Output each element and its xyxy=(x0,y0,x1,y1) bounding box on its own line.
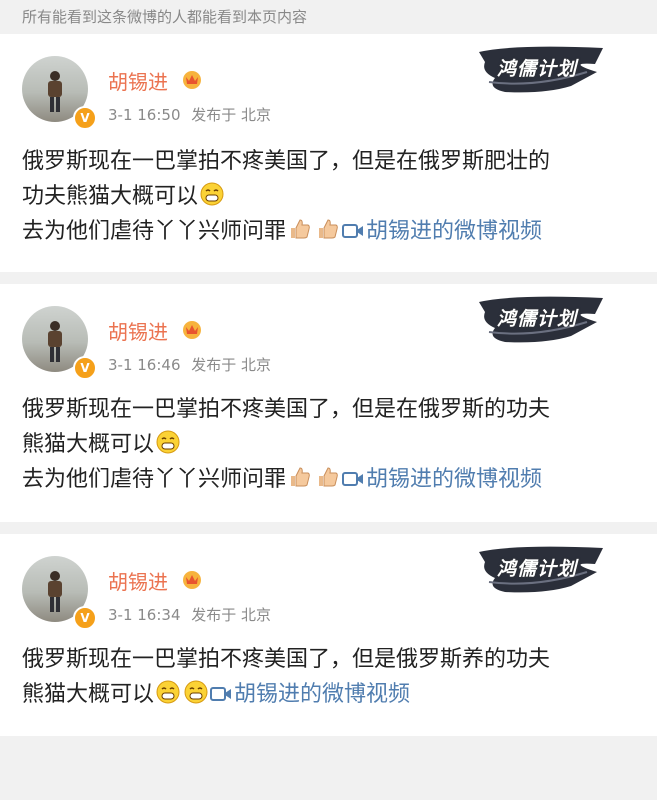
grin-emoji-icon xyxy=(156,430,180,454)
post-line-3: 去为他们虐待丫丫兴师问罪 胡锡进的微博视频 xyxy=(22,219,543,244)
weibo-post: V 胡锡进 3-1 16:46 发布于 北京 鸿儒计划 俄罗斯现在一巴掌拍不疼美… xyxy=(0,284,657,522)
person-figure-icon xyxy=(48,571,62,612)
post-source: 发布于 北京 xyxy=(191,606,272,624)
person-figure-icon xyxy=(48,321,62,362)
author-name[interactable]: 胡锡进 xyxy=(108,66,168,95)
author-name[interactable]: 胡锡进 xyxy=(108,316,168,345)
grin-emoji-icon xyxy=(200,182,224,206)
post-line: 俄罗斯现在一巴掌拍不疼美国了，但是俄罗斯养的功夫 xyxy=(22,647,551,672)
member-crown-icon[interactable] xyxy=(181,68,203,90)
post-time: 3-1 16:46 xyxy=(108,356,181,374)
video-icon xyxy=(342,224,364,238)
brand-watermark: 鸿儒计划 xyxy=(475,292,607,354)
thumbs-up-emoji-icon xyxy=(291,467,310,487)
video-link[interactable]: 胡锡进的微博视频 xyxy=(342,467,542,492)
post-time: 3-1 16:50 xyxy=(108,106,181,124)
post-line-3: 去为他们虐待丫丫兴师问罪 胡锡进的微博视频 xyxy=(22,467,543,492)
post-meta: 3-1 16:50 发布于 北京 xyxy=(108,104,271,125)
grin-emoji-icon xyxy=(184,680,208,704)
brand-text: 鸿儒计划 xyxy=(497,308,578,330)
post-body: 俄罗斯现在一巴掌拍不疼美国了，但是在俄罗斯的功夫 熊猫大概可以 去为他们虐待丫丫… xyxy=(22,392,550,497)
video-icon xyxy=(342,472,364,486)
post-body: 俄罗斯现在一巴掌拍不疼美国了，但是在俄罗斯肥壮的 功夫熊猫大概可以 去为他们虐待… xyxy=(22,144,550,249)
post-line-2: 功夫熊猫大概可以 xyxy=(22,179,550,214)
video-link[interactable]: 胡锡进的微博视频 xyxy=(210,682,410,707)
verified-badge-icon: V xyxy=(73,106,97,130)
post-body: 俄罗斯现在一巴掌拍不疼美国了，但是俄罗斯养的功夫 熊猫大概可以 胡锡进的微博视频 xyxy=(22,642,550,712)
verified-badge-icon: V xyxy=(73,606,97,630)
brand-text: 鸿儒计划 xyxy=(497,558,578,580)
video-icon xyxy=(210,687,232,701)
author-name[interactable]: 胡锡进 xyxy=(108,566,168,595)
post-meta: 3-1 16:34 发布于 北京 xyxy=(108,604,271,625)
video-link[interactable]: 胡锡进的微博视频 xyxy=(342,219,542,244)
grin-emoji-icon xyxy=(156,680,180,704)
post-source: 发布于 北京 xyxy=(191,106,272,124)
weibo-post: V 胡锡进 3-1 16:34 发布于 北京 鸿儒计划 俄罗斯现在一巴掌拍不疼美… xyxy=(0,534,657,736)
brand-watermark: 鸿儒计划 xyxy=(475,542,607,604)
thumbs-up-emoji-icon xyxy=(319,219,338,239)
post-line: 俄罗斯现在一巴掌拍不疼美国了，但是在俄罗斯肥壮的 xyxy=(22,149,551,174)
post-source: 发布于 北京 xyxy=(191,356,272,374)
weibo-post: V 胡锡进 3-1 16:50 发布于 北京 鸿儒计划 俄罗斯现在一巴掌拍不疼美… xyxy=(0,34,657,272)
member-crown-icon[interactable] xyxy=(181,318,203,340)
post-line-2: 熊猫大概可以 xyxy=(22,427,550,462)
member-crown-icon[interactable] xyxy=(181,568,203,590)
post-meta: 3-1 16:46 发布于 北京 xyxy=(108,354,271,375)
post-line: 俄罗斯现在一巴掌拍不疼美国了，但是在俄罗斯的功夫 xyxy=(22,397,551,422)
post-line-2: 熊猫大概可以 胡锡进的微博视频 xyxy=(22,680,411,707)
thumbs-up-emoji-icon xyxy=(319,467,338,487)
verified-badge-icon: V xyxy=(73,356,97,380)
brand-watermark: 鸿儒计划 xyxy=(475,42,607,104)
post-time: 3-1 16:34 xyxy=(108,606,181,624)
brand-text: 鸿儒计划 xyxy=(497,58,578,80)
person-figure-icon xyxy=(48,71,62,112)
visibility-notice: 所有能看到这条微博的人都能看到本页内容 xyxy=(0,0,657,34)
thumbs-up-emoji-icon xyxy=(291,219,310,239)
